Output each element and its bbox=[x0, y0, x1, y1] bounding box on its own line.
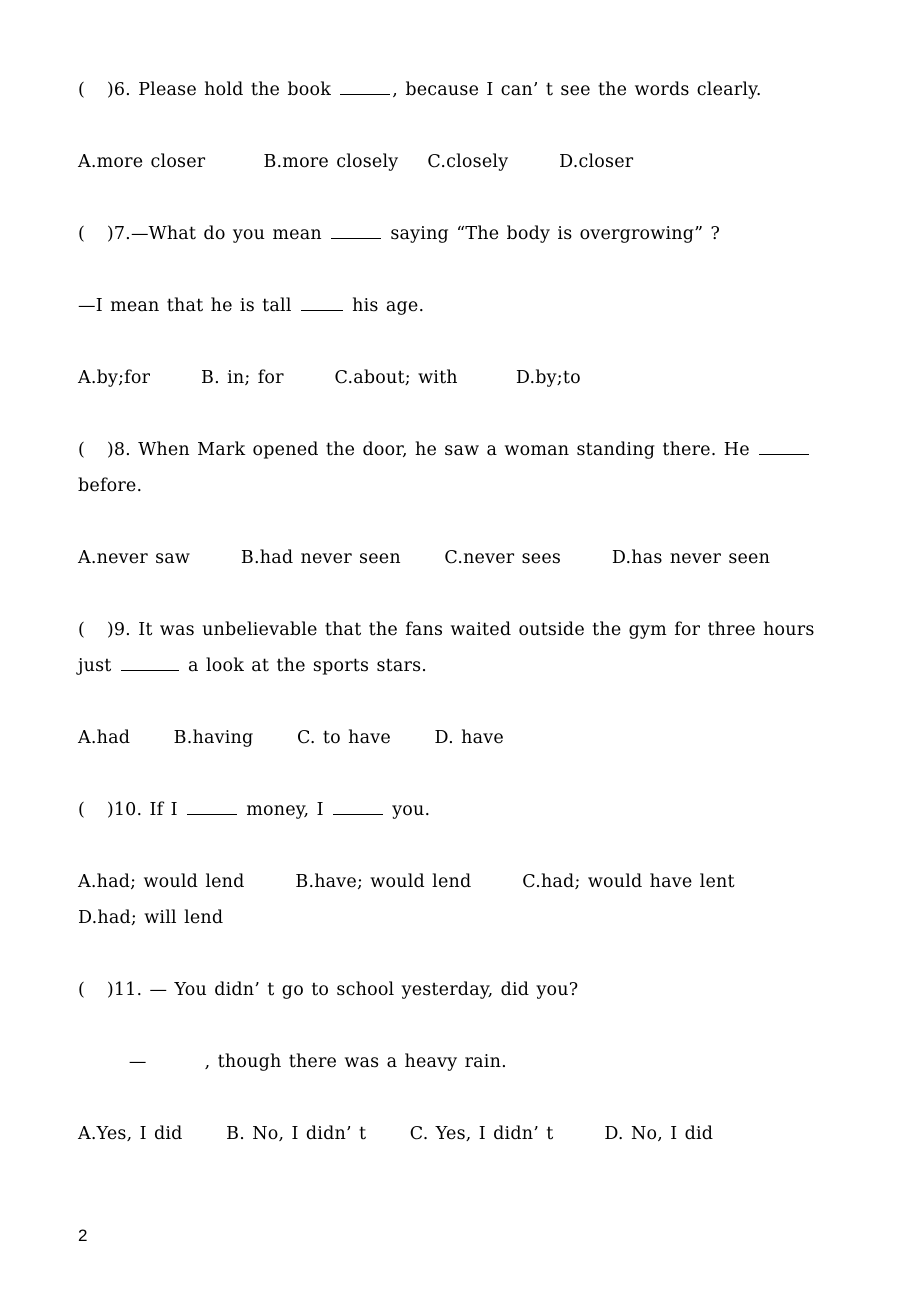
question-options-11[interactable]: A.Yes, I did B. No, I didn’ t C. Yes, I … bbox=[78, 1116, 830, 1152]
question-stem-8-part2: before. bbox=[78, 476, 143, 496]
question-block-8: ( )8. When Mark opened the door, he saw … bbox=[78, 432, 830, 576]
question-block-10: ( )10. If I money, I you. A.had; would l… bbox=[78, 792, 830, 936]
question-stem-7: ( )7.—What do you mean saying “The body … bbox=[78, 216, 830, 252]
document-body: ( )6. Please hold the book , because I c… bbox=[78, 72, 830, 1152]
question-stem-6: ( )6. Please hold the book , because I c… bbox=[78, 72, 830, 108]
question-stem-10-part2: money, I bbox=[238, 800, 331, 820]
answer-blank[interactable] bbox=[759, 439, 810, 455]
document-page: ( )6. Please hold the book , because I c… bbox=[0, 0, 920, 1303]
question-stem-11: ( )11. — You didn’ t go to school yester… bbox=[78, 980, 579, 1000]
question-block-7: ( )7.—What do you mean saying “The body … bbox=[78, 216, 830, 396]
question-stem-7-part2: saying “The body is overgrowing” ? bbox=[383, 224, 721, 244]
question-stem-11-line2: — , though there was a heavy rain. bbox=[78, 1052, 507, 1072]
question-stem-10-part3: you. bbox=[384, 800, 431, 820]
question-stem-6-part2: , because I can’ t see the words clearly… bbox=[392, 80, 762, 100]
question-stem-9-part2: a look at the sports stars. bbox=[180, 656, 428, 676]
answer-blank[interactable] bbox=[332, 799, 383, 815]
question-stem-10-part1: ( )10. If I bbox=[78, 800, 185, 820]
question-stem-6-part1: ( )6. Please hold the book bbox=[78, 80, 339, 100]
question-stem-8: ( )8. When Mark opened the door, he saw … bbox=[78, 432, 830, 504]
question-options-7[interactable]: A.by;for B. in; for C.about; with D.by;t… bbox=[78, 360, 830, 396]
question-options-8[interactable]: A.never saw B.had never seen C.never see… bbox=[78, 540, 830, 576]
question-stem-7-line2: —I mean that he is tall his age. bbox=[78, 288, 830, 324]
question-stem-7-part1: ( )7.—What do you mean bbox=[78, 224, 330, 244]
answer-blank[interactable] bbox=[340, 79, 391, 95]
question-options-9[interactable]: A.had B.having C. to have D. have bbox=[78, 720, 830, 756]
answer-blank[interactable] bbox=[186, 799, 237, 815]
answer-blank[interactable] bbox=[300, 295, 343, 311]
question-stem-7-line2-part2: his age. bbox=[344, 296, 425, 316]
answer-blank[interactable] bbox=[120, 655, 179, 671]
answer-blank[interactable] bbox=[331, 223, 382, 239]
question-options-10[interactable]: A.had; would lend B.have; would lend C.h… bbox=[78, 864, 830, 936]
question-block-6: ( )6. Please hold the book , because I c… bbox=[78, 72, 830, 180]
question-stem-10: ( )10. If I money, I you. bbox=[78, 792, 830, 828]
question-options-6[interactable]: A.more closer B.more closely C.closely D… bbox=[78, 144, 830, 180]
question-stem-9: ( )9. It was unbelievable that the fans … bbox=[78, 612, 830, 684]
question-stem-7-line2-part1: —I mean that he is tall bbox=[78, 296, 299, 316]
question-block-11: ( )11. — You didn’ t go to school yester… bbox=[78, 972, 830, 1152]
question-stem-8-part1: ( )8. When Mark opened the door, he saw … bbox=[78, 440, 758, 460]
question-block-9: ( )9. It was unbelievable that the fans … bbox=[78, 612, 830, 756]
page-number: 2 bbox=[78, 1226, 88, 1245]
